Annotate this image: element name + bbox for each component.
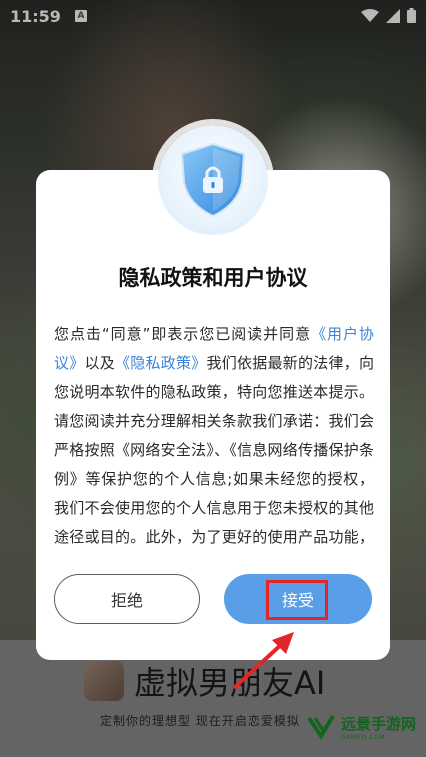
reject-button[interactable]: 拒绝 bbox=[54, 574, 200, 624]
shield-badge bbox=[158, 125, 268, 235]
privacy-dialog: 隐私政策和用户协议 您点击“同意”即表示您已阅读并同意《用户协议》以及《隐私政策… bbox=[36, 170, 390, 660]
shield-lock-icon bbox=[180, 142, 246, 218]
body-text-main: 我们依据最新的法律，向您说明本软件的隐私政策，特向您推送本提示。请您阅读并充分理… bbox=[54, 354, 374, 546]
pointer-arrow-icon bbox=[232, 632, 294, 690]
body-text-and: 以及 bbox=[84, 354, 116, 372]
dialog-body: 您点击“同意”即表示您已阅读并同意《用户协议》以及《隐私政策》我们依据最新的法律… bbox=[54, 320, 374, 556]
privacy-policy-link[interactable]: 《隐私政策》 bbox=[115, 354, 206, 372]
body-text-intro: 您点击“同意”即表示您已阅读并同意 bbox=[54, 325, 312, 343]
accept-highlight-box bbox=[266, 580, 328, 620]
dialog-title: 隐私政策和用户协议 bbox=[118, 266, 308, 290]
